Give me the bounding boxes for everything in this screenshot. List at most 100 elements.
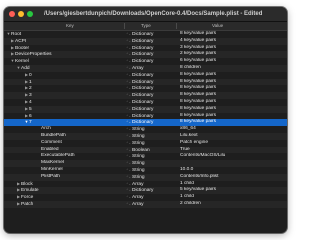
row-key-label: 0: [29, 72, 32, 78]
row-value-cell[interactable]: 8 key/value pairs: [180, 119, 285, 126]
row-value-cell[interactable]: Patch engine: [180, 140, 285, 147]
row-key-label: 5: [29, 106, 32, 112]
row-key-label: Arch: [41, 126, 51, 132]
column-header: Key Type Value: [4, 22, 287, 31]
row-value-cell[interactable]: 1 child: [180, 181, 285, 188]
row-type-popup[interactable]: ⌃⌄Array: [126, 201, 174, 209]
row-key-label: Emulate: [21, 188, 39, 194]
row-value-cell[interactable]: 3 key/value pairs: [180, 45, 285, 52]
outline-row[interactable]: MaxKernel ⌃⌄String: [4, 160, 287, 167]
row-key-label: Booter: [15, 45, 30, 51]
outline-row[interactable]: ▼7 ⌃⌄Dictionary 8 key/value pairs: [4, 119, 287, 127]
popup-chevrons-icon: ⌃⌄: [126, 174, 132, 179]
row-type-label: String: [132, 167, 145, 173]
row-value-cell[interactable]: x86_64: [180, 126, 285, 133]
outline-view: ▼Root ⌃⌄Dictionary 8 key/value pairs ▶ACPI ⌃…: [4, 31, 287, 233]
popup-chevrons-icon: ⌃⌄: [126, 195, 132, 200]
row-value-cell[interactable]: 6 key/value pairs: [180, 58, 285, 65]
row-value-cell[interactable]: True: [180, 147, 285, 154]
row-value-cell[interactable]: 8 key/value pairs: [180, 113, 285, 120]
outline-row[interactable]: Comment ⌃⌄String Patch engine: [4, 140, 287, 147]
row-type-label: Dictionary: [132, 45, 154, 51]
row-type-label: Dictionary: [132, 72, 154, 78]
column-divider[interactable]: [124, 23, 125, 29]
popup-chevrons-icon: ⌃⌄: [126, 79, 132, 84]
row-value-cell[interactable]: 8 children: [180, 65, 285, 72]
row-value-cell[interactable]: 4 key/value pairs: [180, 38, 285, 45]
row-type-label: Array: [132, 195, 144, 201]
row-type-label: String: [132, 133, 145, 139]
outline-row[interactable]: ▶6 ⌃⌄Dictionary 8 key/value pairs: [4, 113, 287, 120]
popup-chevrons-icon: ⌃⌄: [126, 52, 132, 57]
row-value-cell[interactable]: 10.0.0: [180, 167, 285, 174]
row-value-cell[interactable]: 8 key/value pairs: [180, 79, 285, 86]
column-header-key[interactable]: Key: [66, 22, 74, 30]
row-type-label: Dictionary: [132, 79, 154, 85]
row-key-label: ExecutablePath: [41, 153, 75, 159]
row-value-cell[interactable]: Contents/MacOS/Lilu: [180, 153, 285, 160]
row-key-cell[interactable]: ▶Patch: [4, 201, 136, 209]
outline-row[interactable]: ▼Add ⌃⌄Array 8 children: [4, 64, 287, 72]
outline-row[interactable]: ▶Patch ⌃⌄Array 2 children: [4, 200, 287, 209]
outline-row[interactable]: ▶Block ⌃⌄Array 1 child: [4, 181, 287, 188]
row-key-label: 3: [29, 93, 32, 99]
outline-row[interactable]: ▼Root ⌃⌄Dictionary 8 key/value pairs: [4, 31, 287, 38]
popup-chevrons-icon: ⌃⌄: [126, 65, 132, 70]
close-window-button[interactable]: [9, 11, 15, 17]
popup-chevrons-icon: ⌃⌄: [126, 86, 132, 91]
title-bar[interactable]: /Users/giesbertdunpich/Downloads/OpenCor…: [4, 7, 287, 22]
outline-row[interactable]: PlistPath ⌃⌄String Contents/Info.plist: [4, 173, 287, 181]
outline-row[interactable]: ▶ACPI ⌃⌄Dictionary 4 key/value pairs: [4, 37, 287, 45]
outline-row[interactable]: ▶3 ⌃⌄Dictionary 8 key/value pairs: [4, 92, 287, 99]
popup-chevrons-icon: ⌃⌄: [126, 181, 132, 186]
outline-row[interactable]: ▶Booter ⌃⌄Dictionary 3 key/value pairs: [4, 45, 287, 52]
row-value-cell[interactable]: 2 children: [180, 201, 285, 208]
row-value-cell[interactable]: 5 key/value pairs: [180, 187, 285, 194]
row-value-cell[interactable]: 1 child: [180, 194, 285, 201]
outline-row[interactable]: ▶0 ⌃⌄Dictionary 8 key/value pairs: [4, 72, 287, 79]
row-value-cell[interactable]: 2 key/value pairs: [180, 51, 285, 58]
row-type-label: String: [132, 127, 145, 133]
row-key-label: MaxKernel: [41, 160, 64, 166]
outline-row[interactable]: ▶2 ⌃⌄Dictionary 8 key/value pairs: [4, 85, 287, 92]
popup-chevrons-icon: ⌃⌄: [126, 140, 132, 145]
row-key-label: PlistPath: [41, 173, 60, 179]
outline-row[interactable]: ▶4 ⌃⌄Dictionary 8 key/value pairs: [4, 99, 287, 106]
minimize-window-button[interactable]: [18, 11, 24, 17]
column-header-value[interactable]: Value: [212, 22, 223, 30]
popup-chevrons-icon: ⌃⌄: [126, 113, 132, 118]
window-title: /Users/giesbertdunpich/Downloads/OpenCor…: [44, 11, 263, 17]
outline-row[interactable]: MinKernel ⌃⌄String 10.0.0: [4, 167, 287, 174]
outline-row[interactable]: Arch ⌃⌄String x86_64: [4, 126, 287, 133]
row-key-label: Kernel: [15, 59, 29, 65]
row-type-label: Dictionary: [132, 59, 154, 65]
row-value-cell[interactable]: 8 key/value pairs: [180, 92, 285, 99]
outline-row[interactable]: ▶DeviceProperties ⌃⌄Dictionary 2 key/value…: [4, 51, 287, 59]
column-header-type[interactable]: Type: [141, 22, 151, 30]
row-value-cell[interactable]: Contents/Info.plist: [180, 174, 285, 181]
row-value-cell[interactable]: 8 key/value pairs: [180, 31, 285, 38]
outline-row[interactable]: ▶Emulate ⌃⌄Dictionary 5 key/value pairs: [4, 187, 287, 195]
row-value-cell[interactable]: 8 key/value pairs: [180, 72, 285, 79]
outline-row[interactable]: ▼Kernel ⌃⌄Dictionary 6 key/value pairs: [4, 58, 287, 65]
row-type-label: Array: [132, 201, 144, 207]
outline-row[interactable]: ExecutablePath ⌃⌄String Contents/MacOS/Lil…: [4, 153, 287, 160]
row-type-label: Dictionary: [132, 38, 154, 44]
outline-row[interactable]: ▶Force ⌃⌄Array 1 child: [4, 194, 287, 201]
row-value-cell[interactable]: 8 key/value pairs: [180, 106, 285, 113]
popup-chevrons-icon: ⌃⌄: [126, 93, 132, 98]
row-key-label: 7: [29, 120, 32, 126]
outline-row[interactable]: Enabled ⌃⌄Boolean True: [4, 146, 287, 154]
column-divider[interactable]: [176, 23, 177, 29]
popup-chevrons-icon: ⌃⌄: [126, 154, 132, 159]
outline-row[interactable]: ▶1 ⌃⌄Dictionary 8 key/value pairs: [4, 78, 287, 86]
outline-row[interactable]: ▶5 ⌃⌄Dictionary 8 key/value pairs: [4, 105, 287, 113]
row-value-cell[interactable]: Lilu.kext: [180, 133, 285, 140]
row-key-label: Enabled: [41, 146, 59, 152]
outline-row[interactable]: BundlePath ⌃⌄String Lilu.kext: [4, 132, 287, 140]
row-key-label: DeviceProperties: [15, 52, 52, 58]
row-value-cell[interactable]: 8 key/value pairs: [180, 99, 285, 106]
row-value-cell[interactable]: 8 key/value pairs: [180, 85, 285, 92]
zoom-window-button[interactable]: [27, 11, 33, 17]
plist-editor-window: /Users/giesbertdunpich/Downloads/OpenCor…: [4, 7, 287, 233]
